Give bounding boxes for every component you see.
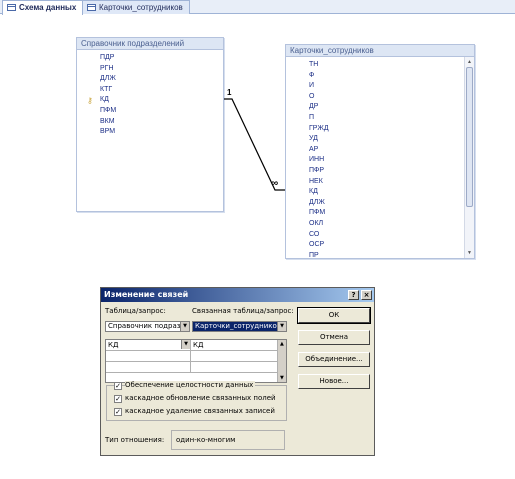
grid-scrollbar[interactable]: ▲ ▼	[277, 340, 286, 382]
chevron-down-icon[interactable]: ▼	[180, 322, 189, 331]
grid-cell-left-field[interactable]: КД ▼	[106, 340, 191, 351]
edit-relationships-dialog: Изменение связей ? × Таблица/запрос: Свя…	[100, 287, 375, 456]
related-table-select[interactable]: Карточки_сотрудников ▼	[192, 321, 287, 332]
scroll-down-icon[interactable]: ▼	[280, 375, 284, 381]
integrity-checkbox[interactable]: ✓	[114, 382, 122, 390]
cancel-button[interactable]: Отмена	[298, 330, 370, 345]
help-button[interactable]: ?	[348, 290, 359, 300]
ok-button[interactable]: ОК	[297, 307, 371, 324]
chevron-down-icon[interactable]: ▼	[181, 340, 190, 349]
chevron-down-icon[interactable]: ▼	[277, 322, 286, 331]
close-button[interactable]: ×	[361, 290, 372, 300]
relation-many-label: ∞	[271, 178, 279, 189]
relation-one-label: 1	[227, 88, 232, 97]
grid-cell-empty[interactable]	[191, 351, 278, 362]
join-type-button[interactable]: Объединение...	[298, 352, 370, 367]
integrity-groupbox	[106, 385, 287, 421]
cascade-delete-checkbox[interactable]: ✓	[114, 408, 122, 416]
scroll-up-icon[interactable]: ▲	[280, 341, 284, 347]
relationship-type-label: Тип отношения:	[105, 436, 165, 444]
field-mapping-grid[interactable]: КД ▼ КД ▲ ▼	[105, 339, 287, 383]
table-query-label: Таблица/запрос:	[105, 307, 166, 315]
grid-cell-empty[interactable]	[106, 362, 191, 373]
integrity-label[interactable]: Обеспечение целостности данных	[125, 381, 256, 389]
grid-cell-empty[interactable]	[191, 362, 278, 373]
relationship-type-value: один-ко-многим	[171, 430, 285, 450]
table-select[interactable]: Справочник подразд ▼	[105, 321, 190, 332]
left-field-value: КД	[108, 341, 119, 349]
grid-cell-empty[interactable]	[106, 351, 191, 362]
dialog-title[interactable]: Изменение связей	[101, 288, 374, 302]
cascade-delete-label[interactable]: каскадное удаление связанных записей	[125, 407, 275, 415]
table-select-value: Справочник подразд	[108, 322, 186, 330]
grid-cell-right-field[interactable]: КД	[191, 340, 278, 351]
new-relationship-button[interactable]: Новое...	[298, 374, 370, 389]
cascade-update-checkbox[interactable]: ✓	[114, 395, 122, 403]
cascade-update-label[interactable]: каскадное обновление связанных полей	[125, 394, 276, 402]
related-table-select-value: Карточки_сотрудников	[195, 322, 281, 330]
related-table-label: Связанная таблица/запрос:	[192, 307, 294, 315]
